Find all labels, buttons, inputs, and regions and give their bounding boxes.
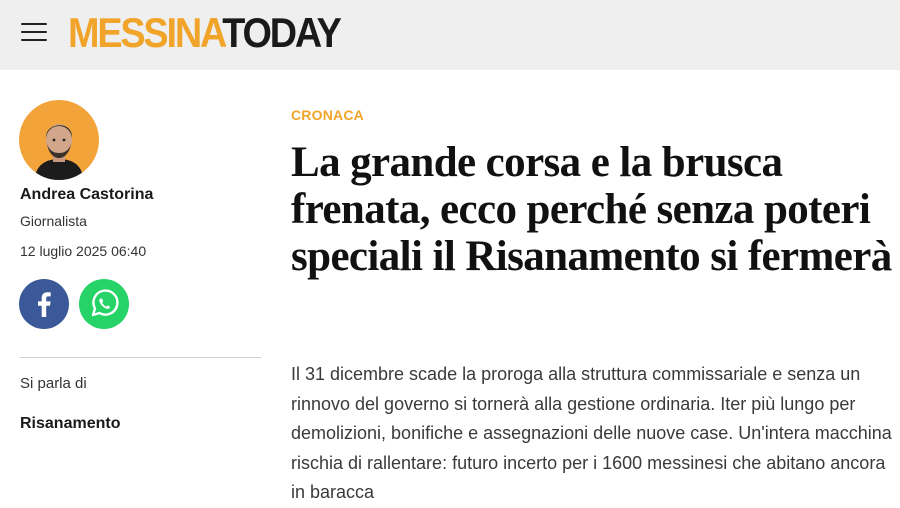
logo-messina: MESSINA [68,9,224,56]
article-category[interactable]: CRONACA [291,107,364,123]
hamburger-menu-icon[interactable] [21,21,47,43]
facebook-share-button[interactable] [19,279,69,329]
whatsapp-share-button[interactable] [79,279,129,329]
logo-today: TODAY [222,9,342,56]
author-name[interactable]: Andrea Castorina [20,186,153,204]
article-headline: La grande corsa e la brusca frenata, ecc… [291,139,892,280]
author-avatar[interactable] [19,100,99,180]
author-role: Giornalista [20,213,87,229]
site-logo[interactable]: MESSINATODAY [68,9,342,56]
facebook-icon [38,292,51,317]
tags-label: Si parla di [20,375,87,392]
site-header: MESSINATODAY [0,0,900,70]
publish-date: 12 luglio 2025 06:40 [20,243,147,259]
sidebar-divider [20,357,261,358]
tag-risanamento[interactable]: Risanamento [20,415,120,433]
whatsapp-icon [91,289,119,317]
article-lead: Il 31 dicembre scade la proroga alla str… [291,364,892,502]
